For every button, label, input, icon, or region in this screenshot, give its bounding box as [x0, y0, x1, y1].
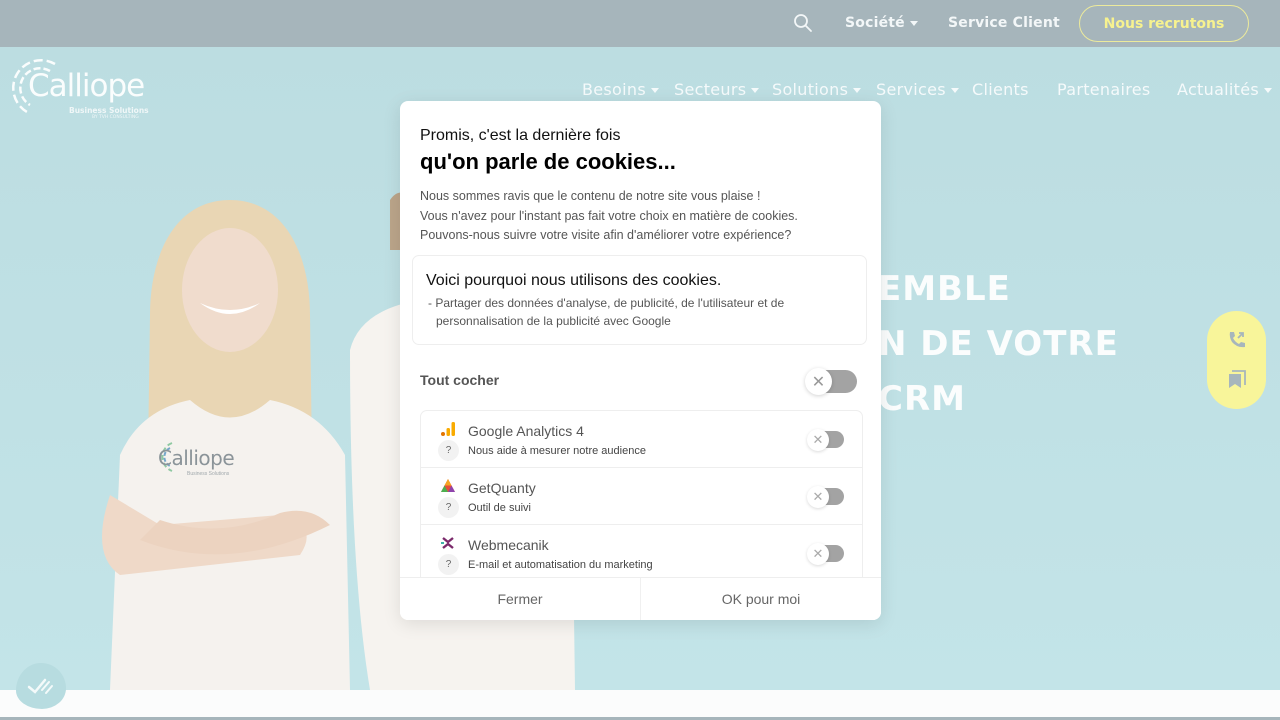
- chevron-down-icon: [1264, 88, 1273, 93]
- check-icon: [27, 678, 53, 694]
- modal-footer: Fermer OK pour moi: [400, 577, 881, 620]
- side-contact-widget: [1207, 311, 1266, 409]
- cookie-settings-button[interactable]: [16, 663, 66, 709]
- hero-headline-line-2: N DE VOTRE: [878, 324, 1119, 364]
- vendor-toggle-google-analytics[interactable]: ✕: [807, 429, 845, 451]
- nous-recrutons-button[interactable]: Nous recrutons: [1079, 5, 1249, 42]
- vendor-toggle-getquanty[interactable]: ✕: [807, 486, 845, 508]
- chevron-down-icon: [650, 88, 659, 93]
- help-icon[interactable]: ?: [438, 497, 459, 518]
- close-button[interactable]: Fermer: [400, 578, 640, 620]
- close-icon: ✕: [807, 486, 829, 508]
- bookmark-icon[interactable]: [1227, 369, 1247, 389]
- topbar-link-service-client[interactable]: Service Client: [948, 15, 1060, 31]
- google-analytics-icon: [441, 422, 455, 436]
- nav-solutions[interactable]: Solutions: [772, 80, 862, 99]
- search-icon[interactable]: [793, 13, 813, 33]
- chevron-down-icon: [909, 20, 918, 26]
- top-bar: Société Service Client Nous recrutons: [0, 0, 1280, 47]
- nav-actualites[interactable]: Actualités: [1177, 80, 1273, 99]
- cookie-consent-modal: Promis, c'est la dernière fois qu'on par…: [400, 101, 881, 620]
- close-icon: ✕: [807, 543, 829, 565]
- modal-description: Nous sommes ravis que le contenu de notr…: [420, 189, 798, 242]
- nav-besoins[interactable]: Besoins: [582, 80, 659, 99]
- nav-services[interactable]: Services: [876, 80, 959, 99]
- vendor-row-webmecanik: ? Webmecanik E-mail et automatisation du…: [421, 525, 862, 578]
- chevron-down-icon: [853, 88, 862, 93]
- nav-partenaires[interactable]: Partenaires: [1057, 80, 1151, 99]
- modal-pretitle: Promis, c'est la dernière fois: [420, 127, 621, 144]
- nav-secteurs[interactable]: Secteurs: [674, 80, 760, 99]
- accept-button[interactable]: OK pour moi: [640, 578, 881, 620]
- help-icon[interactable]: ?: [438, 554, 459, 575]
- vendor-toggle-webmecanik[interactable]: ✕: [807, 543, 845, 565]
- vendor-row-getquanty: ? GetQuanty Outil de suivi ✕: [421, 468, 862, 525]
- calliope-logo[interactable]: Calliope Business Solutions BY TVH CONSU…: [10, 58, 155, 124]
- cookie-purpose-box: Voici pourquoi nous utilisons des cookie…: [412, 255, 867, 345]
- shirt-logo: Calliope Business Solutions: [150, 440, 250, 485]
- toggle-all-switch[interactable]: ✕: [805, 368, 857, 395]
- getquanty-icon: [441, 479, 455, 492]
- page-bottom-strip: [0, 690, 1280, 720]
- toggle-all-label: Tout cocher: [420, 372, 500, 388]
- chevron-down-icon: [751, 88, 760, 93]
- vendor-row-google-analytics: ? Google Analytics 4 Nous aide à mesurer…: [421, 411, 862, 468]
- phone-icon[interactable]: [1227, 330, 1247, 350]
- hero-headline-line-1: EMBLE: [878, 269, 1011, 309]
- vendor-list[interactable]: ? Google Analytics 4 Nous aide à mesurer…: [420, 410, 863, 578]
- webmecanik-icon: [441, 537, 454, 549]
- chevron-down-icon: [950, 88, 959, 93]
- close-icon: ✕: [807, 429, 829, 451]
- help-icon[interactable]: ?: [438, 440, 459, 461]
- nav-clients[interactable]: Clients: [972, 80, 1029, 99]
- modal-title: qu'on parle de cookies...: [420, 149, 676, 174]
- topbar-link-societe[interactable]: Société: [845, 15, 918, 31]
- hero-headline-line-3: CRM: [878, 379, 966, 419]
- close-icon: ✕: [805, 368, 832, 395]
